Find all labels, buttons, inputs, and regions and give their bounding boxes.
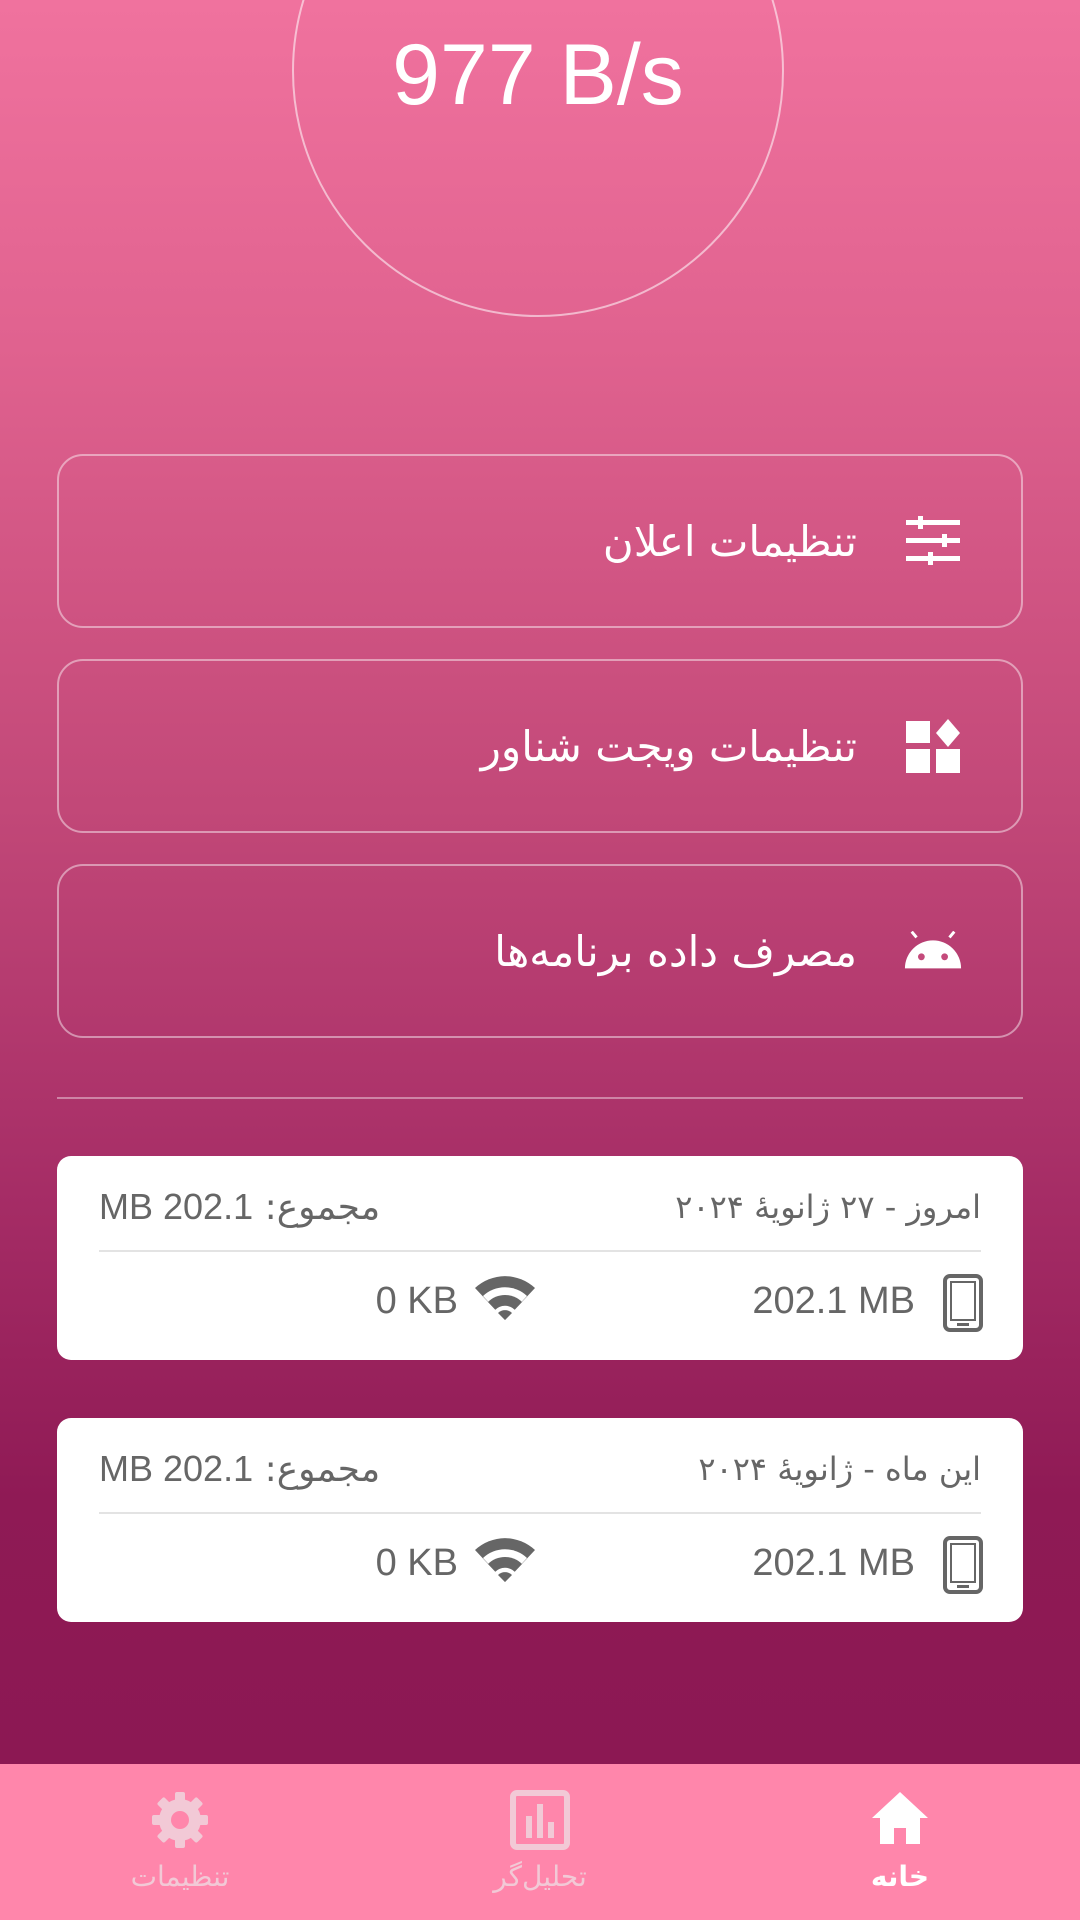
notification-settings-button[interactable]: تنظیمات اعلان <box>57 454 1023 628</box>
today-total-value: 202.1 MB <box>99 1186 254 1227</box>
section-divider <box>57 1097 1023 1099</box>
floating-widget-settings-button[interactable]: تنظیمات ویجت شناور <box>57 659 1023 833</box>
app-data-usage-label: مصرف داده برنامه‌ها <box>494 926 857 976</box>
nav-home-tab[interactable]: خانه <box>770 1764 1030 1920</box>
floating-widget-settings-label: تنظیمات ویجت شناور <box>480 721 857 771</box>
month-mobile-usage: 202.1 MB <box>752 1542 915 1584</box>
today-date-label: امروز - ۲۷ ژانویهٔ ۲۰۲۴ <box>675 1188 981 1226</box>
bar-chart-icon <box>510 1790 570 1850</box>
mobile-phone-icon <box>943 1536 983 1598</box>
nav-analyzer-label: تحلیل‌گر <box>493 1860 587 1893</box>
month-usage-card[interactable]: این ماه - ژانویهٔ ۲۰۲۴ مجموع: 202.1 MB 2… <box>57 1418 1023 1622</box>
wifi-icon <box>475 1538 535 1588</box>
gear-icon <box>150 1790 210 1850</box>
nav-analyzer-tab[interactable]: تحلیل‌گر <box>410 1764 670 1920</box>
nav-home-label: خانه <box>870 1860 930 1893</box>
today-wifi-usage: 0 KB <box>375 1280 458 1322</box>
bottom-navigation: تنظیمات تحلیل‌گر خانه <box>0 1764 1080 1920</box>
month-total-value: 202.1 MB <box>99 1448 254 1489</box>
nav-settings-label: تنظیمات <box>130 1860 230 1893</box>
today-total: مجموع: 202.1 MB <box>99 1186 380 1228</box>
today-mobile-usage: 202.1 MB <box>752 1280 915 1322</box>
month-total-label: مجموع: <box>264 1449 381 1490</box>
app-data-usage-button[interactable]: مصرف داده برنامه‌ها <box>57 864 1023 1038</box>
today-total-label: مجموع: <box>264 1187 381 1228</box>
today-usage-card[interactable]: امروز - ۲۷ ژانویهٔ ۲۰۲۴ مجموع: 202.1 MB … <box>57 1156 1023 1360</box>
nav-settings-tab[interactable]: تنظیمات <box>50 1764 310 1920</box>
card-separator <box>99 1250 981 1252</box>
notification-settings-label: تنظیمات اعلان <box>602 516 857 566</box>
tune-sliders-icon <box>903 511 963 571</box>
mobile-phone-icon <box>943 1274 983 1336</box>
widgets-icon <box>903 716 963 776</box>
card-separator <box>99 1512 981 1514</box>
home-icon <box>870 1790 930 1850</box>
android-icon <box>903 921 963 981</box>
month-total: مجموع: 202.1 MB <box>99 1448 380 1490</box>
home-screen: 977 B/s تنظیمات اعلان تنظیمات ویجت شناور <box>0 0 1080 1920</box>
month-wifi-usage: 0 KB <box>375 1542 458 1584</box>
current-speed-readout: 977 B/s <box>392 27 684 123</box>
wifi-icon <box>475 1276 535 1326</box>
month-date-label: این ماه - ژانویهٔ ۲۰۲۴ <box>698 1450 981 1488</box>
